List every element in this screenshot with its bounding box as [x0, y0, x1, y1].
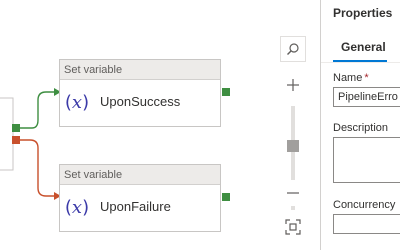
- source-failure-port[interactable]: [12, 136, 20, 144]
- failure-connector[interactable]: [20, 139, 60, 197]
- activity-type-label: Set variable: [60, 165, 220, 185]
- concurrency-field[interactable]: [333, 214, 400, 234]
- description-label: Description: [333, 122, 389, 134]
- zoom-toolbar: [276, 36, 310, 246]
- activity-name: UponFailure: [100, 199, 171, 214]
- search-icon: [287, 43, 299, 55]
- required-marker: *: [364, 72, 369, 84]
- source-success-port[interactable]: [12, 124, 20, 132]
- upon-success-output-port[interactable]: [222, 88, 230, 96]
- zoom-in-button[interactable]: [280, 72, 306, 98]
- zoom-out-button[interactable]: [280, 180, 306, 206]
- upon-failure-output-port[interactable]: [222, 193, 230, 201]
- tab-general[interactable]: General: [341, 40, 386, 54]
- name-field[interactable]: PipelineErro: [333, 87, 400, 107]
- variable-fx-icon: (x): [64, 197, 90, 218]
- zoom-slider-thumb[interactable]: [287, 140, 299, 152]
- fit-to-screen-icon: [285, 219, 301, 235]
- minus-icon: [287, 192, 299, 194]
- name-label-text: Name: [333, 72, 363, 84]
- tabs-divider: [321, 62, 400, 63]
- description-field[interactable]: [333, 137, 400, 183]
- activity-upon-success[interactable]: Set variable (x) UponSuccess: [59, 59, 221, 127]
- success-connector[interactable]: [20, 91, 60, 129]
- concurrency-label: Concurrency: [333, 199, 396, 211]
- fit-to-screen-button[interactable]: [280, 214, 306, 240]
- zoom-search-button[interactable]: [280, 36, 306, 62]
- activity-type-label: Set variable: [60, 60, 220, 80]
- properties-title: Properties: [333, 6, 393, 20]
- activity-upon-failure[interactable]: Set variable (x) UponFailure: [59, 164, 221, 232]
- plus-icon: [287, 79, 299, 91]
- activity-name: UponSuccess: [100, 94, 181, 109]
- name-label: Name *: [333, 72, 369, 84]
- source-activity[interactable]: [0, 97, 14, 171]
- properties-panel: Properties General Name * PipelineErro De…: [321, 0, 400, 250]
- variable-fx-icon: (x): [64, 92, 90, 113]
